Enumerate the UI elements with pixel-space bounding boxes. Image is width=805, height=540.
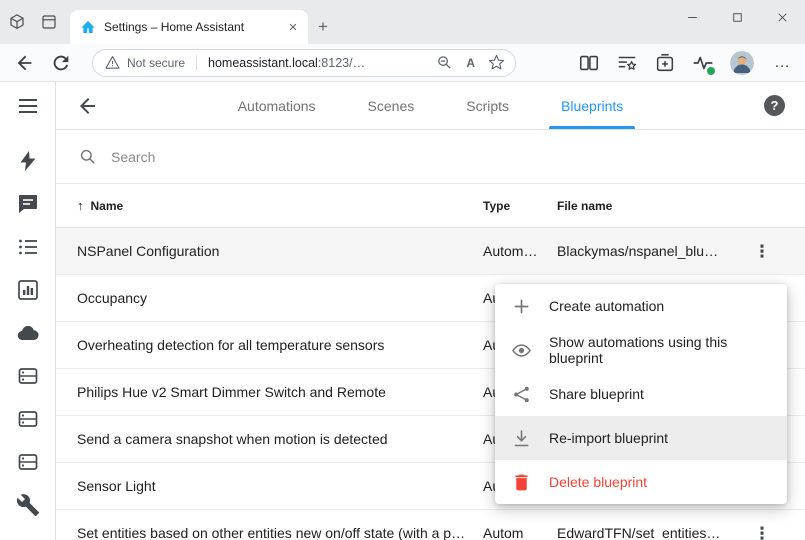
- titlebar-left-icons: [0, 0, 70, 44]
- row-name: NSPanel Configuration: [77, 243, 483, 259]
- new-tab-button[interactable]: +: [308, 10, 338, 44]
- sidebar-logbook-list-icon[interactable]: [16, 235, 40, 259]
- menu-item-label: Show automations using this blueprint: [549, 334, 771, 366]
- tab-blueprints[interactable]: Blueprints: [535, 82, 649, 129]
- tab-scripts[interactable]: Scripts: [440, 82, 535, 129]
- read-aloud-icon[interactable]: A: [466, 56, 475, 70]
- row-name: Set entities based on other entities new…: [77, 525, 483, 540]
- download-icon: [511, 428, 532, 449]
- minimize-icon[interactable]: [670, 0, 715, 34]
- heart-pulse-icon: [692, 52, 714, 74]
- tab-scenes[interactable]: Scenes: [342, 82, 441, 129]
- url-path: :8123/…: [318, 56, 365, 70]
- browser-menu-icon[interactable]: …: [770, 54, 795, 72]
- ha-sidebar: [0, 82, 56, 540]
- favorites-icon[interactable]: [616, 52, 638, 74]
- column-header-type[interactable]: Type: [483, 199, 557, 213]
- column-header-file[interactable]: File name: [557, 199, 739, 213]
- zoom-out-icon[interactable]: [436, 54, 453, 71]
- search-icon: [78, 147, 97, 166]
- sidebar-server-icon[interactable]: [16, 407, 40, 431]
- tab-title: Settings – Home Assistant: [104, 20, 276, 34]
- menu-item-label: Re-import blueprint: [549, 430, 668, 446]
- column-name-label: Name: [91, 199, 124, 213]
- url-text[interactable]: homeassistant.local:8123/…: [208, 56, 423, 70]
- split-screen-icon[interactable]: [578, 52, 600, 74]
- sort-ascending-icon: ↑: [77, 198, 84, 213]
- menu-item-label: Delete blueprint: [549, 474, 647, 490]
- navbar-right-icons: …: [578, 51, 795, 75]
- tab-automations[interactable]: Automations: [212, 82, 342, 129]
- workspaces-icon[interactable]: [8, 13, 26, 31]
- ha-tab-bar: Automations Scenes Scripts Blueprints: [56, 82, 805, 129]
- sidebar-assist-chat-icon[interactable]: [16, 192, 40, 216]
- tab-close-icon[interactable]: ✕: [284, 18, 302, 36]
- browser-titlebar: Settings – Home Assistant ✕ +: [0, 0, 805, 44]
- not-secure-warning-icon: [105, 55, 120, 70]
- row-name: Sensor Light: [77, 478, 483, 494]
- blueprint-context-menu: Create automation Show automations using…: [495, 284, 787, 504]
- search-input[interactable]: [109, 148, 783, 166]
- security-label[interactable]: Not secure: [127, 56, 185, 70]
- row-name: Occupancy: [77, 290, 483, 306]
- row-type: Autom…: [483, 243, 557, 259]
- eye-icon: [511, 340, 532, 361]
- browser-tab[interactable]: Settings – Home Assistant ✕: [70, 10, 308, 44]
- menu-item-reimport-blueprint[interactable]: Re-import blueprint: [495, 416, 787, 460]
- url-host: homeassistant.local: [208, 56, 318, 70]
- favorite-star-icon[interactable]: [488, 54, 505, 71]
- profile-avatar[interactable]: [730, 51, 754, 75]
- row-name: Overheating detection for all temperatur…: [77, 337, 483, 353]
- table-row[interactable]: Set entities based on other entities new…: [56, 510, 805, 540]
- browser-essentials-icon[interactable]: [692, 52, 714, 74]
- tab-actions-icon[interactable]: [40, 13, 58, 31]
- home-assistant-favicon: [80, 19, 96, 35]
- sidebar-energy-bolt-icon[interactable]: [16, 149, 40, 173]
- trash-icon: [511, 472, 532, 493]
- share-icon: [511, 384, 532, 405]
- plus-icon: [511, 296, 532, 317]
- address-divider: [196, 55, 197, 70]
- row-overflow-menu-icon[interactable]: ⋮: [754, 525, 771, 540]
- menu-item-label: Share blueprint: [549, 386, 644, 402]
- row-file: Blackymas/nspanel_blueprin…: [557, 243, 739, 259]
- collections-icon[interactable]: [654, 52, 676, 74]
- window-controls: [670, 0, 805, 34]
- table-header: ↑ Name Type File name: [56, 184, 805, 228]
- ha-back-icon[interactable]: [76, 94, 100, 118]
- menu-item-create-automation[interactable]: Create automation: [495, 284, 787, 328]
- home-assistant-app: Automations Scenes Scripts Blueprints ? …: [0, 82, 805, 540]
- table-row[interactable]: NSPanel Configuration Autom… Blackymas/n…: [56, 228, 805, 275]
- column-header-name[interactable]: ↑ Name: [77, 198, 483, 213]
- browser-navbar: Not secure homeassistant.local:8123/… A: [0, 44, 805, 82]
- search-bar: [56, 130, 805, 184]
- menu-item-delete-blueprint[interactable]: Delete blueprint: [495, 460, 787, 504]
- help-icon[interactable]: ?: [764, 95, 785, 116]
- back-icon[interactable]: [14, 52, 36, 74]
- browser-window: Settings – Home Assistant ✕ + Not secure…: [0, 0, 805, 540]
- row-type: Autom: [483, 525, 557, 540]
- row-name: Philips Hue v2 Smart Dimmer Switch and R…: [77, 384, 483, 400]
- menu-item-label: Create automation: [549, 298, 664, 314]
- refresh-icon[interactable]: [50, 52, 72, 74]
- sidebar-developer-tools-wrench-icon[interactable]: [16, 493, 40, 517]
- menu-item-show-automations[interactable]: Show automations using this blueprint: [495, 328, 787, 372]
- sidebar-cloud-icon[interactable]: [16, 321, 40, 345]
- close-window-icon[interactable]: [760, 0, 805, 34]
- menu-item-share-blueprint[interactable]: Share blueprint: [495, 372, 787, 416]
- row-name: Send a camera snapshot when motion is de…: [77, 431, 483, 447]
- address-bar[interactable]: Not secure homeassistant.local:8123/… A: [92, 49, 516, 77]
- row-overflow-menu-icon[interactable]: ⋮: [754, 243, 771, 260]
- maximize-icon[interactable]: [715, 0, 760, 34]
- sidebar-server-icon[interactable]: [16, 364, 40, 388]
- sidebar-server-icon[interactable]: [16, 450, 40, 474]
- sidebar-history-chart-icon[interactable]: [16, 278, 40, 302]
- row-file: EdwardTFN/set_entities_bas…: [557, 525, 739, 540]
- ha-header: Automations Scenes Scripts Blueprints ?: [56, 82, 805, 130]
- sidebar-menu-icon[interactable]: [16, 94, 40, 118]
